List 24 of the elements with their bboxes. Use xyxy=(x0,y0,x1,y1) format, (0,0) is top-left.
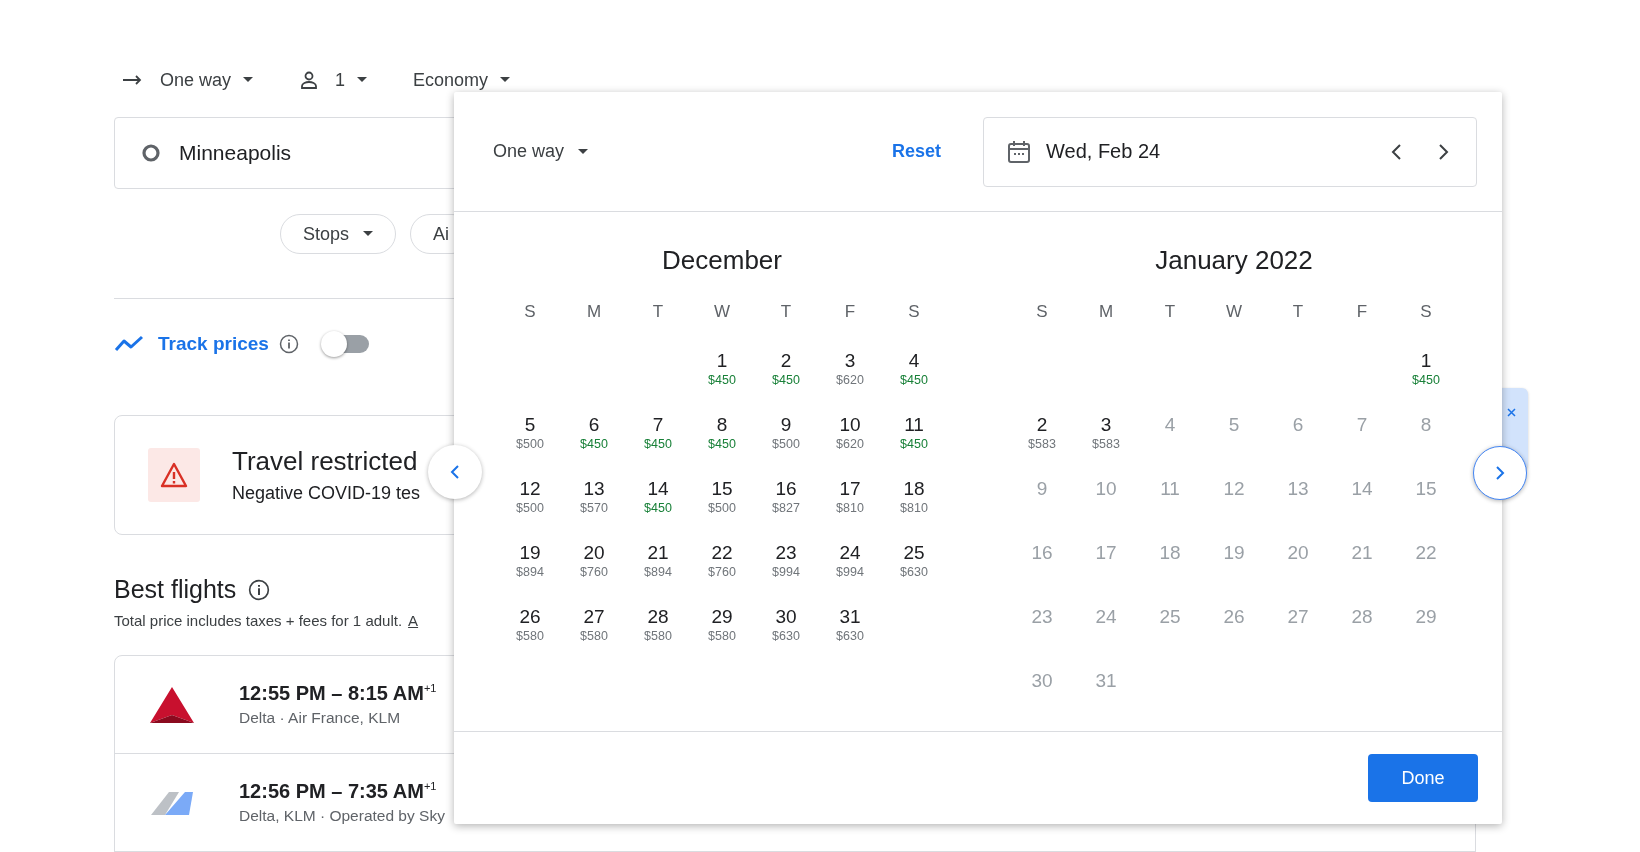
weekday-label: T xyxy=(1291,302,1305,322)
weekday-label: S xyxy=(1419,302,1433,322)
month-title: January 2022 xyxy=(1154,244,1314,277)
notice-text: Negative COVID-19 tes xyxy=(232,483,421,504)
price-note: Total price includes taxes + fees for 1 adult. xyxy=(114,612,403,629)
weekday-label: S xyxy=(523,302,537,322)
weekday-label: T xyxy=(1163,302,1177,322)
weekday-label: W xyxy=(1224,302,1243,322)
notice-title: Travel restricted xyxy=(232,446,419,477)
weekday-label: F xyxy=(843,302,857,322)
airline-names: Delta, KLM · Operated by Sky xyxy=(239,807,445,825)
weekday-label: M xyxy=(585,302,603,322)
weekday-label: T xyxy=(779,302,793,322)
section-title: Best flights xyxy=(114,575,237,604)
weekday-label: S xyxy=(907,302,921,322)
month-title: December xyxy=(661,244,783,277)
flight-times: 12:56 PM – 7:35 AM$^{+1}$ xyxy=(239,780,438,803)
flight-times: 12:55 PM – 8:15 AM$^{+1}$ xyxy=(239,682,437,705)
weekday-label: F xyxy=(1355,302,1369,322)
weekday-label: M xyxy=(1097,302,1115,322)
weekday-label: S xyxy=(1035,302,1049,322)
weekday-label: T xyxy=(651,302,665,322)
weekday-label: W xyxy=(712,302,731,322)
airline-names: Delta · Air France, KLM xyxy=(239,709,402,727)
